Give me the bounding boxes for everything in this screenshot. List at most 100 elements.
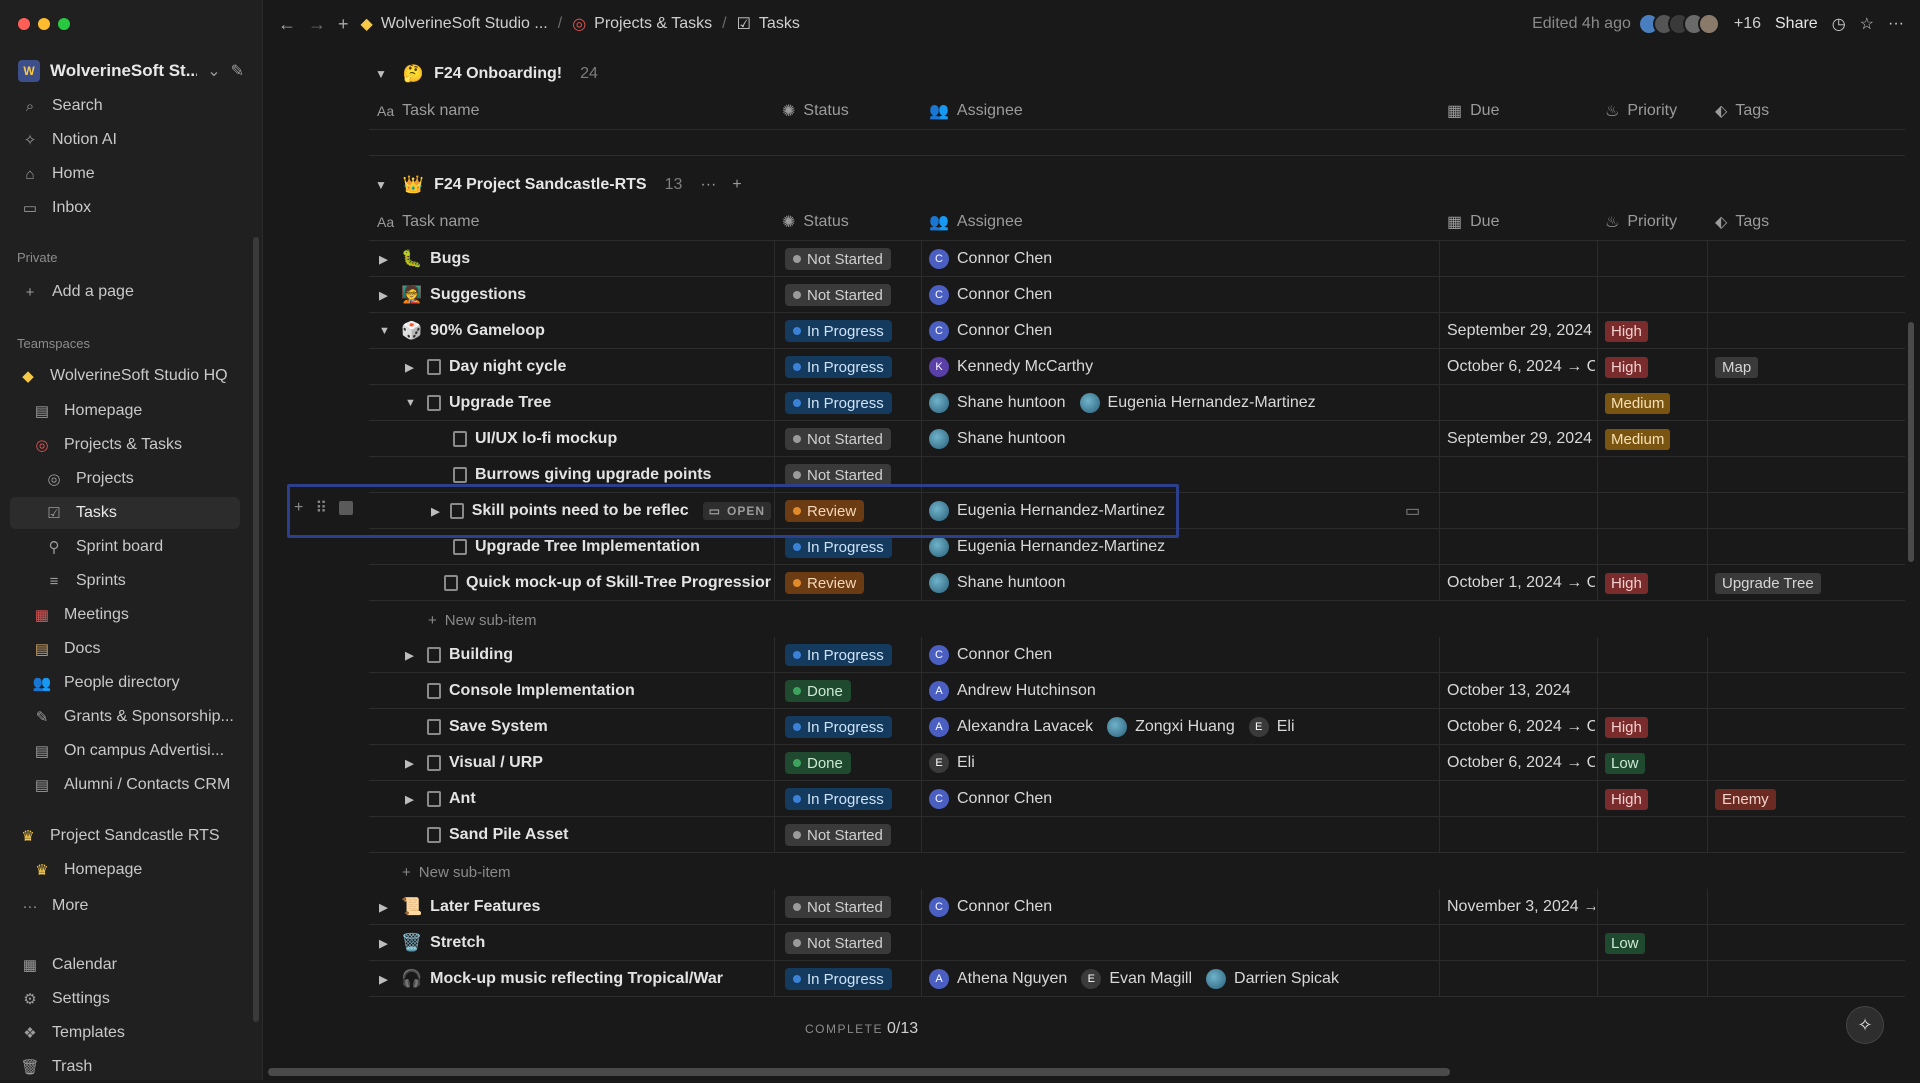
priority-cell[interactable]: Medium	[1605, 421, 1671, 457]
sidebar-item-templates[interactable]: ❖ Templates	[10, 1017, 240, 1049]
expand-toggle-icon[interactable]: ▶	[379, 937, 393, 950]
group-header-onboarding[interactable]: ▼ 🤔 F24 Onboarding! 24	[375, 64, 598, 84]
column-status[interactable]: ✺ Status	[782, 204, 849, 240]
sidebar-item-project-sandcastle[interactable]: ♛ Project Sandcastle RTS	[8, 820, 240, 852]
task-name[interactable]: UI/UX lo-fi mockup	[475, 430, 617, 448]
due-date-cell[interactable]: October 13, 2024	[1447, 673, 1595, 709]
task-name[interactable]: Upgrade Tree	[449, 394, 551, 412]
task-name[interactable]: Save System	[449, 718, 548, 736]
task-name[interactable]: Burrows giving upgrade points	[475, 466, 711, 484]
star-icon[interactable]: ☆	[1860, 14, 1874, 34]
sidebar-item-calendar[interactable]: ▦ Calendar	[10, 949, 240, 981]
status-cell[interactable]: Review	[785, 565, 865, 601]
status-cell[interactable]: Not Started	[785, 889, 891, 925]
back-arrow-icon[interactable]: ←	[278, 14, 296, 35]
sidebar-item-projects[interactable]: ◎ Projects	[10, 463, 240, 495]
table-row[interactable]: ▼ Upgrade Tree In Progress Shane huntoon Eug…	[369, 385, 1905, 421]
column-assignee[interactable]: 👥 Assignee	[929, 204, 1023, 240]
status-badge[interactable]: Done	[785, 752, 851, 774]
sidebar-item-inbox[interactable]: ▭ Inbox	[10, 192, 240, 224]
due-date-cell[interactable]	[1447, 817, 1595, 853]
collapse-toggle-icon[interactable]: ▼	[405, 397, 419, 409]
status-cell[interactable]: In Progress	[785, 961, 892, 997]
more-options-icon[interactable]: ···	[1888, 15, 1904, 33]
table-row[interactable]: ▶ 🎧 Mock-up music reflecting Tropical/War I…	[369, 961, 1905, 997]
task-name-cell[interactable]: Save System	[405, 709, 771, 745]
sidebar-item-people-directory[interactable]: 👥 People directory	[10, 667, 240, 699]
assignee-cell[interactable]: E Eli	[929, 745, 1434, 781]
task-name-cell[interactable]: ▶ 📜 Later Features	[379, 889, 771, 925]
forward-arrow-icon[interactable]: →	[308, 14, 326, 35]
comment-icon[interactable]: ▭	[1405, 493, 1420, 529]
column-priority[interactable]: ♨ Priority	[1605, 204, 1677, 240]
status-badge[interactable]: Not Started	[785, 428, 891, 450]
history-icon[interactable]: ◷	[1832, 14, 1846, 34]
sidebar-item-more[interactable]: ··· More	[10, 890, 240, 922]
priority-cell[interactable]: High	[1605, 565, 1648, 601]
table-row[interactable]: ▶ 🗑️ Stretch Not Started Low	[369, 925, 1905, 961]
assignee-cell[interactable]: A Alexandra Lavacek Zongxi Huang E Eli	[929, 709, 1434, 745]
status-badge[interactable]: Review	[785, 572, 865, 594]
drag-handle-icon[interactable]: ⠿	[315, 498, 327, 518]
table-row[interactable]: ▶ Visual / URP Done E Eli October 6, 2024 → C…	[369, 745, 1905, 781]
task-name-cell[interactable]: ▼ Upgrade Tree	[405, 385, 771, 421]
task-name[interactable]: Upgrade Tree Implementation	[475, 538, 700, 556]
tags-cell[interactable]: Upgrade Tree	[1715, 565, 1821, 601]
status-cell[interactable]: In Progress	[785, 385, 892, 421]
due-date-cell[interactable]	[1447, 781, 1595, 817]
assignee-cell[interactable]: C Connor Chen	[929, 637, 1434, 673]
sidebar-item-wolverinesoft-hq[interactable]: ◆ WolverineSoft Studio HQ	[8, 360, 240, 392]
status-badge[interactable]: Not Started	[785, 896, 891, 918]
due-date-cell[interactable]	[1447, 925, 1595, 961]
task-name[interactable]: Mock-up music reflecting Tropical/War	[430, 970, 723, 988]
table-row[interactable]: ▼ 🎲 90% Gameloop In Progress C Connor Chen Sep…	[369, 313, 1905, 349]
due-date-cell[interactable]: October 6, 2024 → C	[1447, 745, 1595, 781]
status-badge[interactable]: In Progress	[785, 644, 892, 666]
column-due[interactable]: ▦ Due	[1447, 204, 1499, 240]
task-name-cell[interactable]: ▼ 🎲 90% Gameloop	[379, 313, 771, 349]
status-badge[interactable]: Not Started	[785, 464, 891, 486]
breadcrumb-workspace[interactable]: WolverineSoft Studio ...	[381, 15, 548, 33]
due-date-cell[interactable]	[1447, 385, 1595, 421]
sidebar-item-meetings[interactable]: ▦ Meetings	[10, 599, 240, 631]
status-badge[interactable]: In Progress	[785, 968, 892, 990]
column-priority[interactable]: ♨ Priority	[1605, 93, 1677, 129]
task-name[interactable]: Visual / URP	[449, 754, 543, 772]
status-cell[interactable]: Not Started	[785, 277, 891, 313]
task-name[interactable]: Ant	[449, 790, 476, 808]
task-name[interactable]: Day night cycle	[449, 358, 566, 376]
sidebar-item-tasks[interactable]: ☑ Tasks	[10, 497, 240, 529]
task-name-cell[interactable]: ▶ Ant	[405, 781, 771, 817]
expand-toggle-icon[interactable]: ▶	[379, 901, 393, 914]
due-date-cell[interactable]	[1447, 493, 1595, 529]
sidebar-item-notion-ai[interactable]: ✧ Notion AI	[10, 124, 240, 156]
task-name-cell[interactable]: UI/UX lo-fi mockup	[431, 421, 771, 457]
column-tags[interactable]: ⬖ Tags	[1715, 204, 1769, 240]
table-row[interactable]: ▶ 🧑‍🏫 Suggestions Not Started C Connor Chen	[369, 277, 1905, 313]
new-sub-item-button[interactable]: + New sub-item	[402, 864, 510, 881]
sidebar-item-grants[interactable]: ✎ Grants & Sponsorship...	[10, 701, 240, 733]
due-date-cell[interactable]	[1447, 529, 1595, 565]
status-cell[interactable]: In Progress	[785, 349, 892, 385]
sidebar-item-sprints[interactable]: ≡ Sprints	[10, 565, 240, 597]
share-button[interactable]: Share	[1775, 15, 1818, 33]
column-task-name[interactable]: Aa Task name	[377, 204, 480, 240]
status-badge[interactable]: In Progress	[785, 536, 892, 558]
sidebar-item-sprint-board[interactable]: ⚲ Sprint board	[10, 531, 240, 563]
minimize-window-button[interactable]	[38, 18, 50, 30]
vertical-scrollbar[interactable]	[1908, 322, 1914, 562]
sidebar-item-sandcastle-homepage[interactable]: ♛ Homepage	[10, 854, 240, 886]
assignee-cell[interactable]: A Athena Nguyen E Evan Magill Darrien Spicak	[929, 961, 1434, 997]
status-cell[interactable]: Done	[785, 673, 851, 709]
due-date-cell[interactable]	[1447, 637, 1595, 673]
new-page-icon[interactable]: ✎	[231, 61, 244, 81]
task-name-cell[interactable]: Sand Pile Asset	[405, 817, 771, 853]
priority-cell[interactable]: Low	[1605, 745, 1645, 781]
table-row[interactable]: Quick mock-up of Skill-Tree Progressior R…	[369, 565, 1905, 601]
status-badge[interactable]: Done	[785, 680, 851, 702]
priority-cell[interactable]: High	[1605, 349, 1648, 385]
chevron-down-icon[interactable]: ⌄	[207, 61, 220, 81]
status-badge[interactable]: Not Started	[785, 824, 891, 846]
due-date-cell[interactable]: September 29, 2024	[1447, 421, 1595, 457]
collaborator-count[interactable]: +16	[1734, 15, 1761, 33]
